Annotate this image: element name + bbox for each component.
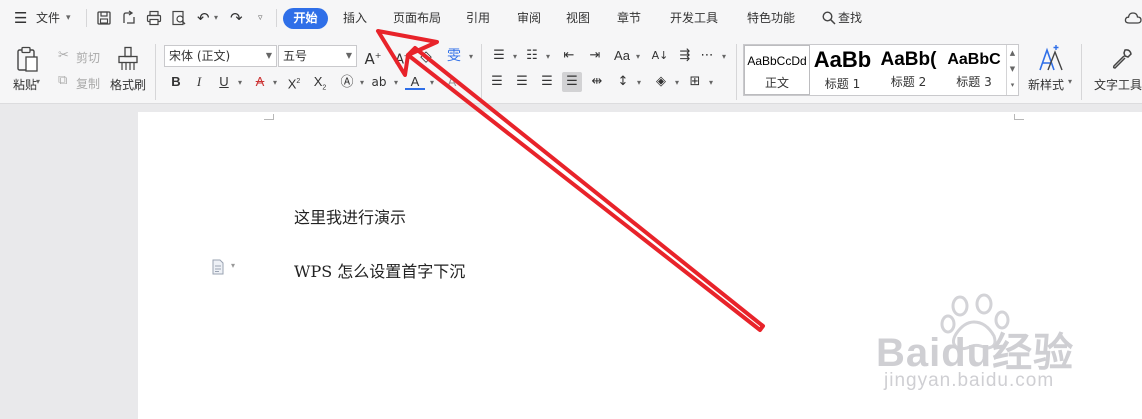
save-icon[interactable] bbox=[96, 10, 112, 26]
grow-font-icon[interactable]: A+ bbox=[363, 46, 383, 68]
distributed-align-icon[interactable]: ⇹ bbox=[587, 72, 607, 92]
chevron-down-icon[interactable]: ▾ bbox=[629, 73, 649, 93]
tab-review[interactable]: 审阅 bbox=[517, 0, 541, 36]
chevron-down-icon[interactable]: ▾ bbox=[231, 261, 235, 270]
customize-toolbar-icon[interactable]: ▿ bbox=[258, 0, 263, 36]
divider bbox=[276, 9, 277, 27]
format-painter-button[interactable]: 格式刷 bbox=[110, 76, 146, 93]
styles-gallery: AaBbCcDd 正文 AaBb 标题 1 AaBb( 标题 2 AaBbC 标… bbox=[743, 44, 1019, 96]
paste-button[interactable]: 粘贴 bbox=[13, 76, 37, 93]
chevron-down-icon[interactable]: ▾ bbox=[230, 73, 250, 93]
chevron-down-icon[interactable]: ▾ bbox=[667, 73, 687, 93]
tab-references[interactable]: 引用 bbox=[466, 0, 490, 36]
chevron-down-icon[interactable]: ▾ bbox=[628, 47, 648, 67]
redo-icon[interactable]: ↷ bbox=[230, 0, 243, 36]
chevron-down-icon[interactable]: ▾ bbox=[214, 0, 218, 36]
align-center-icon[interactable]: ☰ bbox=[512, 72, 532, 92]
style-label: 正文 bbox=[764, 76, 789, 90]
divider bbox=[1081, 44, 1082, 100]
chevron-down-icon[interactable]: ▾ bbox=[538, 47, 558, 67]
page-margin-corner bbox=[264, 114, 274, 120]
style-heading-3[interactable]: AaBbC 标题 3 bbox=[942, 45, 1006, 95]
shrink-font-icon[interactable]: A- bbox=[391, 46, 411, 67]
chevron-down-icon[interactable]: ▾ bbox=[386, 73, 406, 93]
superscript-icon[interactable]: X2 bbox=[284, 72, 304, 92]
paragraph-options-icon[interactable] bbox=[211, 259, 225, 275]
copy-icon[interactable]: ⧉ bbox=[58, 73, 67, 88]
decrease-indent-icon[interactable]: ⇤ bbox=[559, 46, 579, 66]
watermark-url: jingyan.baidu.com bbox=[884, 370, 1055, 391]
font-size-value: 五号 bbox=[283, 49, 308, 63]
chevron-down-icon[interactable]: ▾ bbox=[701, 73, 721, 93]
chevron-down-icon: ▼ bbox=[345, 51, 352, 60]
chevron-down-icon[interactable]: ▾ bbox=[1068, 77, 1072, 86]
chevron-down-icon: ▼ bbox=[265, 51, 272, 60]
tab-special-features[interactable]: 特色功能 bbox=[747, 0, 795, 36]
style-normal[interactable]: AaBbCcDd 正文 bbox=[744, 45, 810, 95]
style-preview: AaBb( bbox=[880, 49, 937, 70]
hamburger-menu-icon[interactable]: ☰ bbox=[14, 0, 27, 36]
subscript-icon[interactable]: X2 bbox=[310, 72, 330, 92]
page-margin-corner bbox=[1014, 114, 1024, 120]
chevron-down-icon[interactable]: ▾ bbox=[66, 0, 71, 36]
font-name-select[interactable]: 宋体 (正文) ▼ bbox=[164, 45, 277, 67]
style-preview: AaBbCcDd bbox=[747, 54, 807, 68]
cut-button[interactable]: 剪切 bbox=[76, 49, 100, 66]
divider bbox=[736, 44, 737, 100]
align-right-icon[interactable]: ☰ bbox=[537, 72, 557, 92]
wrench-icon[interactable] bbox=[1110, 47, 1134, 71]
style-preview: AaBb bbox=[813, 47, 872, 72]
chevron-down-icon[interactable]: ▾ bbox=[714, 47, 734, 67]
print-icon[interactable] bbox=[146, 10, 162, 26]
search-icon[interactable] bbox=[822, 11, 836, 25]
new-style-icon[interactable] bbox=[1036, 44, 1064, 74]
tab-home[interactable]: 开始 bbox=[283, 8, 328, 29]
doc-paragraph[interactable]: WPS 怎么设置首字下沉 bbox=[294, 258, 465, 282]
chevron-down-icon[interactable]: ▾ bbox=[422, 73, 442, 93]
style-label: 标题 3 bbox=[956, 75, 992, 89]
divider bbox=[155, 44, 156, 100]
style-label: 标题 1 bbox=[824, 77, 861, 91]
styles-scroll[interactable]: ▲ ▼ ▾ bbox=[1006, 45, 1018, 95]
doc-paragraph[interactable]: 这里我进行演示 bbox=[294, 204, 406, 228]
sort-icon[interactable]: A↓ bbox=[650, 46, 670, 66]
bold-icon[interactable]: B bbox=[166, 72, 186, 92]
style-heading-2[interactable]: AaBb( 标题 2 bbox=[876, 45, 941, 95]
tab-page-layout[interactable]: 页面布局 bbox=[393, 0, 441, 36]
italic-icon[interactable]: I bbox=[189, 72, 209, 92]
show-marks-icon[interactable]: ⇶ bbox=[675, 46, 695, 66]
undo-icon[interactable]: ↶ bbox=[197, 0, 210, 36]
chevron-down-icon[interactable]: ▾ bbox=[461, 47, 481, 67]
find-button[interactable]: 查找 bbox=[838, 0, 862, 36]
style-label: 标题 2 bbox=[890, 75, 927, 89]
style-preview: AaBbC bbox=[947, 51, 1001, 68]
justify-icon[interactable]: ☰ bbox=[562, 72, 582, 92]
chevron-down-icon[interactable]: ▾ bbox=[36, 77, 40, 86]
tab-section[interactable]: 章节 bbox=[617, 0, 641, 36]
align-left-icon[interactable]: ☰ bbox=[487, 72, 507, 92]
tab-insert[interactable]: 插入 bbox=[343, 0, 367, 36]
font-name-value: 宋体 (正文) bbox=[169, 49, 231, 63]
new-style-button[interactable]: 新样式 bbox=[1028, 76, 1064, 93]
format-painter-icon[interactable] bbox=[117, 46, 139, 72]
font-size-select[interactable]: 五号 ▼ bbox=[278, 45, 357, 67]
text-tools-button[interactable]: 文字工具 bbox=[1094, 76, 1142, 93]
tab-view[interactable]: 视图 bbox=[566, 0, 590, 36]
chevron-down-icon[interactable]: ▾ bbox=[265, 73, 285, 93]
clear-format-icon[interactable]: ◇ bbox=[416, 46, 436, 66]
paste-icon[interactable] bbox=[16, 46, 40, 74]
increase-indent-icon[interactable]: ⇥ bbox=[585, 46, 605, 66]
character-shading-icon[interactable]: A bbox=[442, 72, 462, 92]
style-heading-1[interactable]: AaBb 标题 1 bbox=[811, 45, 874, 95]
cloud-icon[interactable] bbox=[1124, 9, 1142, 27]
tab-developer-tools[interactable]: 开发工具 bbox=[670, 0, 718, 36]
print-preview-icon[interactable] bbox=[171, 10, 187, 26]
menu-bar: ☰ 文件 ▾ ↶ ▾ ↷ ▿ 开始 插入 页面布局 引用 审阅 视图 章节 开发… bbox=[0, 0, 1142, 36]
file-menu[interactable]: 文件 bbox=[36, 0, 60, 36]
scissors-icon[interactable]: ✂ bbox=[58, 48, 69, 63]
divider bbox=[481, 44, 482, 100]
divider bbox=[86, 9, 87, 27]
output-icon[interactable] bbox=[121, 10, 137, 26]
copy-button[interactable]: 复制 bbox=[76, 75, 100, 92]
